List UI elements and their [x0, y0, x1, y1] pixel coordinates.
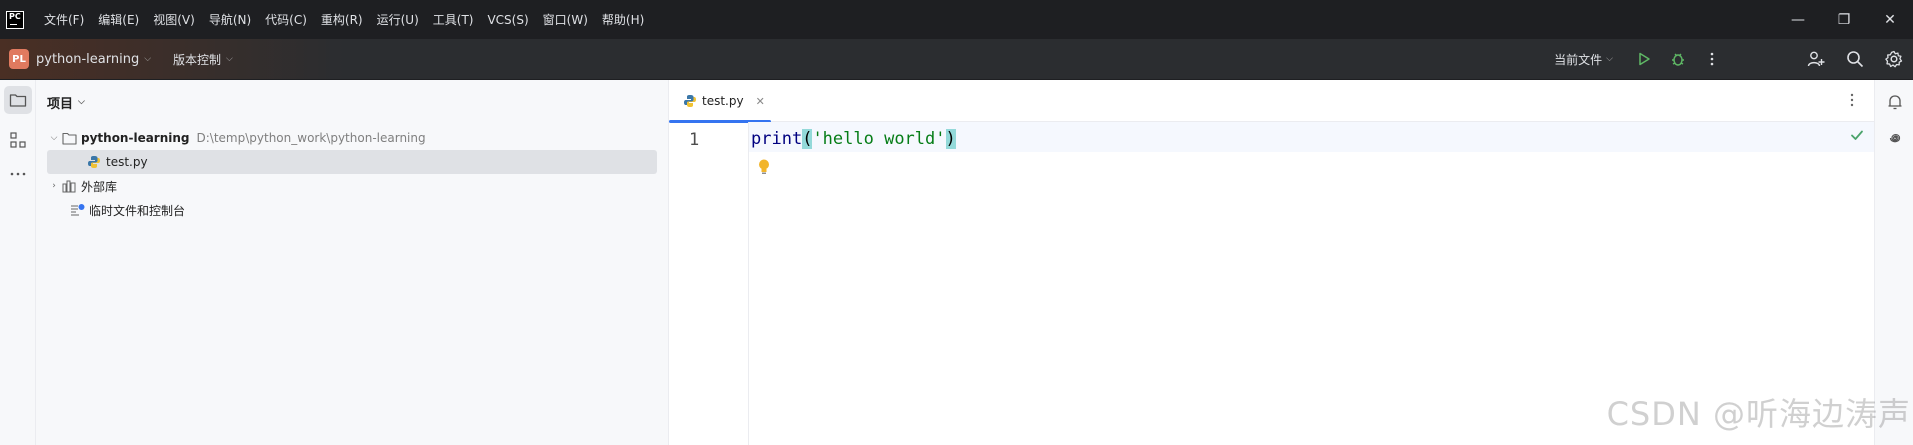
- vcs-widget[interactable]: 版本控制: [173, 51, 221, 68]
- chevron-down-icon[interactable]: ⌵: [144, 54, 151, 64]
- menu-file[interactable]: 文件(F): [44, 11, 84, 28]
- external-libraries-label: 外部库: [81, 179, 118, 194]
- project-tool-folder-icon[interactable]: [4, 86, 32, 114]
- minimize-button[interactable]: —: [1775, 0, 1821, 39]
- line-number-gutter: 1: [669, 122, 749, 445]
- ai-assistant-spiral-icon[interactable]: [1881, 124, 1909, 152]
- code-open-paren: (: [802, 129, 813, 149]
- run-config-selector[interactable]: 当前文件: [1554, 51, 1602, 68]
- project-switcher[interactable]: python-learning: [36, 52, 139, 67]
- menu-refactor[interactable]: 重构(R): [321, 11, 363, 28]
- menu-window[interactable]: 窗口(W): [543, 11, 588, 28]
- library-icon: [61, 178, 77, 194]
- gear-icon[interactable]: [1877, 42, 1911, 76]
- inspection-ok-check-icon[interactable]: [1850, 128, 1864, 146]
- project-panel: 项目 ⌵ ⌵ python-learning D:\temp\python_wo…: [36, 80, 669, 445]
- chevron-down-icon[interactable]: ⌵: [226, 54, 233, 64]
- tree-item-scratches[interactable]: 临时文件和控制台: [47, 198, 657, 222]
- more-vertical-icon[interactable]: [1695, 42, 1729, 76]
- close-icon[interactable]: ✕: [756, 95, 765, 108]
- code-editor[interactable]: print('hello world'): [751, 129, 956, 149]
- project-root-name: python-learning: [81, 131, 190, 145]
- menu-run[interactable]: 运行(U): [377, 11, 419, 28]
- run-icon[interactable]: [1627, 42, 1661, 76]
- add-user-icon[interactable]: [1799, 42, 1833, 76]
- chevron-right-icon[interactable]: ›: [47, 181, 61, 191]
- chevron-down-icon[interactable]: ⌵: [47, 133, 61, 143]
- restore-button[interactable]: ❐: [1821, 0, 1867, 39]
- file-name: test.py: [106, 155, 148, 169]
- window-controls: — ❐ ✕: [1775, 0, 1913, 39]
- toolbar-right: 当前文件 ⌵: [1554, 42, 1913, 76]
- debug-icon[interactable]: [1661, 42, 1695, 76]
- scratches-label: 临时文件和控制台: [89, 203, 186, 218]
- close-button[interactable]: ✕: [1867, 0, 1913, 39]
- notifications-bell-icon[interactable]: [1881, 88, 1909, 116]
- menu-code[interactable]: 代码(C): [265, 11, 307, 28]
- project-badge[interactable]: PL: [9, 49, 29, 69]
- python-file-icon: [86, 154, 102, 170]
- menu-help[interactable]: 帮助(H): [602, 11, 644, 28]
- left-tool-strip: [0, 80, 36, 445]
- scratches-console-icon: [69, 202, 85, 218]
- project-root-path: D:\temp\python_work\python-learning: [196, 131, 426, 145]
- chevron-down-icon[interactable]: ⌵: [1606, 54, 1613, 64]
- watermark: CSDN @听海边涛声: [1606, 395, 1911, 433]
- folder-icon: [61, 130, 77, 146]
- chevron-down-icon[interactable]: ⌵: [78, 97, 85, 107]
- menu-view[interactable]: 视图(V): [153, 11, 195, 28]
- menu-tools[interactable]: 工具(T): [433, 11, 474, 28]
- tree-item-project-root[interactable]: ⌵ python-learning D:\temp\python_work\py…: [47, 126, 657, 150]
- code-close-paren: ): [945, 129, 956, 149]
- menu-vcs[interactable]: VCS(S): [487, 13, 528, 27]
- menu-edit[interactable]: 编辑(E): [98, 11, 139, 28]
- search-icon[interactable]: [1838, 42, 1872, 76]
- lightbulb-icon[interactable]: [757, 158, 771, 180]
- tree-item-test-py[interactable]: test.py: [47, 150, 657, 174]
- menu-navigate[interactable]: 导航(N): [209, 11, 251, 28]
- python-file-icon: [682, 93, 698, 109]
- tab-label: test.py: [702, 94, 744, 108]
- tab-test-py[interactable]: test.py ✕: [669, 80, 771, 123]
- line-number: 1: [689, 130, 700, 150]
- pycharm-logo-icon[interactable]: PC: [6, 10, 24, 29]
- structure-icon[interactable]: [4, 126, 32, 154]
- panel-title: 项目: [47, 96, 74, 112]
- tab-options-icon[interactable]: [1844, 92, 1860, 112]
- main-toolbar: PL python-learning ⌵ 版本控制 ⌵ 当前文件 ⌵: [0, 39, 1913, 80]
- code-string-literal: 'hello world': [812, 129, 946, 149]
- editor-tab-bar: test.py ✕: [669, 80, 1874, 123]
- title-bar: PC 文件(F) 编辑(E) 视图(V) 导航(N) 代码(C) 重构(R) 运…: [0, 0, 1913, 39]
- code-function-name: print: [751, 129, 803, 149]
- tree-item-external-libraries[interactable]: › 外部库: [47, 174, 657, 198]
- more-tools-icon[interactable]: [4, 160, 32, 188]
- project-panel-header[interactable]: 项目 ⌵: [36, 80, 668, 124]
